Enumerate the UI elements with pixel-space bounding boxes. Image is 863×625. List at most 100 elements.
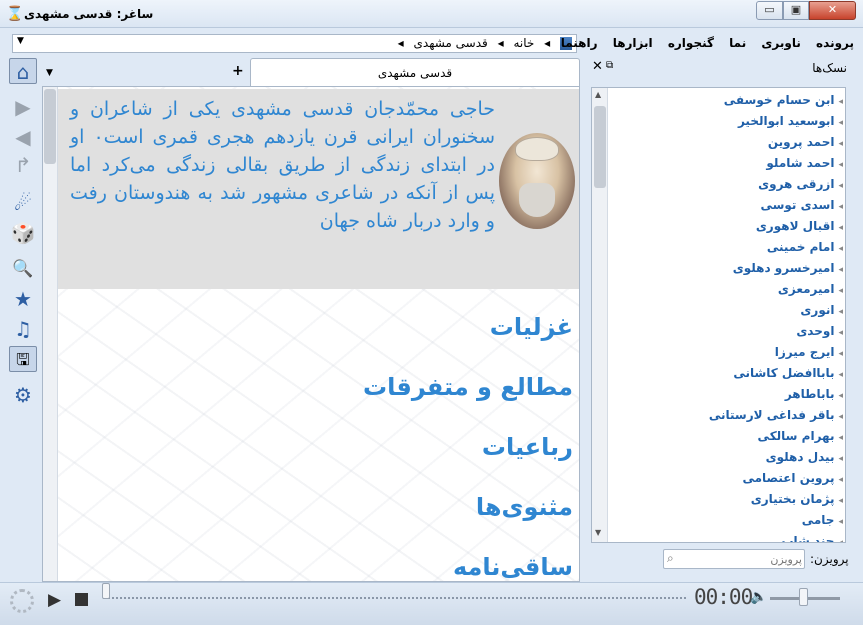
list-item[interactable]: ◂اسدی توسی	[609, 195, 845, 216]
menu-library[interactable]: گنجواره	[668, 36, 714, 50]
poet-name: اقبال لاهوری	[755, 219, 835, 233]
list-item[interactable]: ◂امام خمینی	[609, 237, 845, 258]
expand-icon[interactable]: ◂	[838, 118, 843, 128]
settings-icon[interactable]: ⚙	[9, 382, 37, 408]
list-item[interactable]: ◂پژمان بختیاری	[609, 489, 845, 510]
expand-icon[interactable]: ◂	[838, 223, 843, 233]
section-link[interactable]: رباعیات	[363, 417, 573, 477]
expand-icon[interactable]: ◂	[838, 181, 843, 191]
expand-icon[interactable]: ◂	[838, 475, 843, 485]
back-icon[interactable]: ◀	[9, 124, 37, 150]
menu-help[interactable]: راهنما	[561, 36, 598, 50]
home-icon[interactable]: ⌂	[9, 58, 37, 84]
list-item[interactable]: ◂باباافضل کاشانی	[609, 363, 845, 384]
list-item[interactable]: ◂ازرقی هروی	[609, 174, 845, 195]
minimize-button[interactable]: ▭	[756, 1, 783, 20]
list-item[interactable]: ◂جند شاپ	[609, 531, 845, 542]
scrollbar-thumb[interactable]	[44, 89, 56, 164]
float-icon[interactable]: ⧉	[606, 60, 613, 71]
list-item[interactable]: ◂ایرج میرزا	[609, 342, 845, 363]
chevron-down-icon[interactable]: ▼	[46, 68, 53, 78]
content-scrollbar[interactable]	[43, 87, 58, 581]
list-scrollbar[interactable]: ▲ ▼	[592, 88, 608, 542]
list-item[interactable]: ◂احمد شاملو	[609, 153, 845, 174]
expand-icon[interactable]: ◂	[838, 328, 843, 338]
music-icon[interactable]: ♫	[9, 316, 37, 342]
add-tab-button[interactable]: +	[232, 63, 244, 79]
close-icon[interactable]: ✕	[592, 59, 603, 74]
bookmark-star-icon[interactable]: ★	[9, 286, 37, 312]
expand-icon[interactable]: ◂	[838, 496, 843, 506]
expand-icon[interactable]: ◂	[838, 160, 843, 170]
list-item[interactable]: ◂ابن حسام خوسفی	[609, 90, 845, 111]
stop-button[interactable]	[75, 593, 88, 606]
section-link[interactable]: مثنوی‌ها	[363, 477, 573, 537]
list-item[interactable]: ◂پروین اعتصامی	[609, 468, 845, 489]
breadcrumb-home[interactable]: خانه	[513, 36, 534, 50]
menu-view[interactable]: نما	[729, 36, 746, 50]
list-item[interactable]: ◂اقبال لاهوری	[609, 216, 845, 237]
seek-bar[interactable]	[103, 597, 686, 601]
breadcrumb-current[interactable]: قدسی مشهدی	[414, 36, 488, 50]
expand-icon[interactable]: ◂	[838, 349, 843, 359]
list-item[interactable]: ◂اوحدی	[609, 321, 845, 342]
dice-icon[interactable]: 🎲	[9, 220, 37, 246]
expand-icon[interactable]: ◂	[838, 202, 843, 212]
forward-icon[interactable]: ▶	[9, 94, 37, 120]
list-item[interactable]: ◂باباطاهر	[609, 384, 845, 405]
expand-icon[interactable]: ◂	[838, 517, 843, 527]
list-item[interactable]: ◂باقر فداغی لارستانی	[609, 405, 845, 426]
expand-icon[interactable]: ◂	[838, 286, 843, 296]
expand-icon[interactable]: ◂	[838, 97, 843, 107]
poet-name: ابن حسام خوسفی	[723, 93, 835, 107]
list-item[interactable]: ◂بهرام سالکی	[609, 426, 845, 447]
list-item[interactable]: ◂احمد پروین	[609, 132, 845, 153]
redirect-icon[interactable]: ↱	[9, 152, 37, 178]
random-poem-icon[interactable]: ☄	[9, 190, 37, 216]
seek-handle[interactable]	[102, 583, 110, 599]
scroll-down-icon[interactable]: ▼	[595, 528, 601, 537]
expand-icon[interactable]: ◂	[838, 307, 843, 317]
poet-name: اسدی توسی	[760, 198, 835, 212]
list-item[interactable]: ◂امیرمعزی	[609, 279, 845, 300]
section-link[interactable]: ساقی‌نامه	[363, 537, 573, 581]
menu-bar: پرونده ناوبری نما گنجواره ابزارها راهنما	[561, 36, 854, 54]
volume-handle[interactable]	[799, 588, 808, 606]
section-link[interactable]: مطالع و متفرقات	[363, 357, 573, 417]
list-item[interactable]: ◂انوری	[609, 300, 845, 321]
menu-navigation[interactable]: ناوبری	[761, 36, 800, 50]
portrait-turban	[515, 137, 559, 161]
portrait-beard	[519, 183, 555, 217]
maximize-button[interactable]: ▣	[783, 1, 809, 20]
gear-icon[interactable]	[10, 589, 34, 613]
bio-text: حاجی محمّدجان قدسی مشهدی یکی از شاعران و…	[70, 98, 495, 232]
play-button[interactable]: ▶	[48, 590, 61, 610]
search-input[interactable]	[684, 551, 802, 567]
list-item[interactable]: ◂ابوسعید ابوالخیر	[609, 111, 845, 132]
expand-icon[interactable]: ◂	[838, 370, 843, 380]
expand-icon[interactable]: ◂	[838, 265, 843, 275]
scrollbar-thumb[interactable]	[594, 106, 606, 188]
section-link[interactable]: غزلیات	[363, 297, 573, 357]
list-item[interactable]: ◂جامی	[609, 510, 845, 531]
list-item[interactable]: ◂امیرخسرو دهلوی	[609, 258, 845, 279]
tab-active[interactable]: قدسی مشهدی	[250, 58, 580, 87]
expand-icon[interactable]: ◂	[838, 412, 843, 422]
list-item[interactable]: ◂بیدل دهلوی	[609, 447, 845, 468]
expand-icon[interactable]: ◂	[838, 538, 843, 542]
menu-file[interactable]: پرونده	[816, 36, 854, 50]
chevron-down-icon[interactable]: ▼	[17, 36, 24, 46]
close-button[interactable]: ✕	[809, 1, 856, 20]
poet-name: امیرمعزی	[777, 282, 835, 296]
expand-icon[interactable]: ◂	[838, 139, 843, 149]
expand-icon[interactable]: ◂	[838, 244, 843, 254]
save-icon[interactable]: 🖫	[9, 346, 37, 372]
volume-icon[interactable]: 🔈	[750, 589, 767, 605]
scroll-up-icon[interactable]: ▲	[595, 90, 601, 99]
expand-icon[interactable]: ◂	[838, 454, 843, 464]
expand-icon[interactable]: ◂	[838, 391, 843, 401]
search-icon[interactable]: 🔍	[9, 256, 37, 282]
search-field[interactable]: ⌕	[663, 549, 805, 569]
menu-tools[interactable]: ابزارها	[613, 36, 653, 50]
expand-icon[interactable]: ◂	[838, 433, 843, 443]
